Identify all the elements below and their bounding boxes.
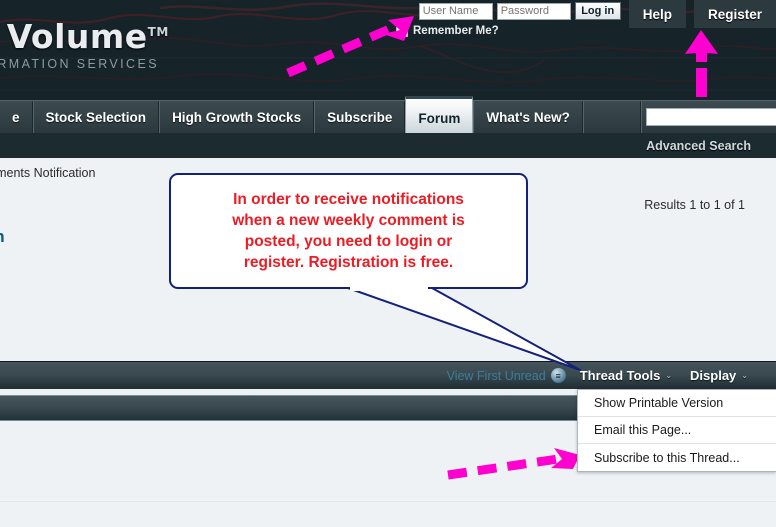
login-bar: Log in Help Register <box>418 0 776 44</box>
results-count: Results 1 to 1 of 1 <box>644 198 745 212</box>
view-first-unread-label: View First Unread <box>446 368 546 383</box>
thread-tools-bar: View First Unread ≡ Thread Tools ⌄ Displ… <box>0 361 776 389</box>
remember-me-checkbox[interactable] <box>396 25 408 37</box>
thread-tools-dropdown: Show Printable Version Email this Page..… <box>577 389 776 472</box>
nav-search-group <box>640 101 776 133</box>
thread-tools-label: Thread Tools <box>579 368 661 383</box>
tab-stock-selection[interactable]: Stock Selection <box>32 101 160 133</box>
register-button[interactable]: Register <box>693 0 776 28</box>
login-fields: Log in <box>418 0 621 20</box>
view-first-unread-link[interactable]: View First Unread ≡ <box>447 368 566 383</box>
menu-item-subscribe-to-this-thread[interactable]: Subscribe to this Thread... <box>578 444 776 471</box>
menu-item-email-this-page[interactable]: Email this Page... <box>578 417 776 444</box>
sub-navigation: Advanced Search <box>0 133 776 158</box>
display-label: Display <box>690 368 737 383</box>
tab-high-growth-stocks[interactable]: High Growth Stocks <box>159 101 315 133</box>
unread-bubble-icon: ≡ <box>550 368 566 383</box>
tab-forum[interactable]: Forum <box>405 96 474 134</box>
password-input[interactable] <box>496 2 571 20</box>
tab-home[interactable]: e <box>0 101 33 133</box>
tab-subscribe[interactable]: Subscribe <box>314 101 406 133</box>
page-root: ive VolumeTM F INFORMATION SERVICES Log … <box>0 0 776 527</box>
remember-me-label: Remember Me? <box>413 25 499 37</box>
instruction-callout-text: In order to receive notifications when a… <box>232 191 465 271</box>
thread-tools-menu-button[interactable]: Thread Tools ⌄ <box>580 368 672 383</box>
instruction-callout: In order to receive notifications when a… <box>169 173 528 289</box>
remember-me-row: Remember Me? <box>396 25 499 37</box>
tab-whats-new[interactable]: What's New? <box>473 101 583 133</box>
breadcrumb: y Comments Notification <box>0 166 96 180</box>
page-title: ation <box>0 227 5 247</box>
main-navigation: e Stock Selection High Growth Stocks Sub… <box>0 96 776 134</box>
site-header: ive VolumeTM F INFORMATION SERVICES Log … <box>0 0 776 100</box>
login-button[interactable]: Log in <box>574 2 621 20</box>
chevron-down-icon-display: ⌄ <box>741 371 748 380</box>
menu-item-show-printable-version[interactable]: Show Printable Version <box>578 390 776 417</box>
username-input[interactable] <box>418 2 493 20</box>
advanced-search-link[interactable]: Advanced Search <box>646 139 751 153</box>
nav-spacer <box>582 101 641 133</box>
content-divider <box>0 501 776 502</box>
chevron-down-icon: ⌄ <box>665 371 673 380</box>
search-input[interactable] <box>645 108 776 126</box>
display-menu-button[interactable]: Display ⌄ <box>690 368 748 383</box>
help-button[interactable]: Help <box>628 0 686 28</box>
